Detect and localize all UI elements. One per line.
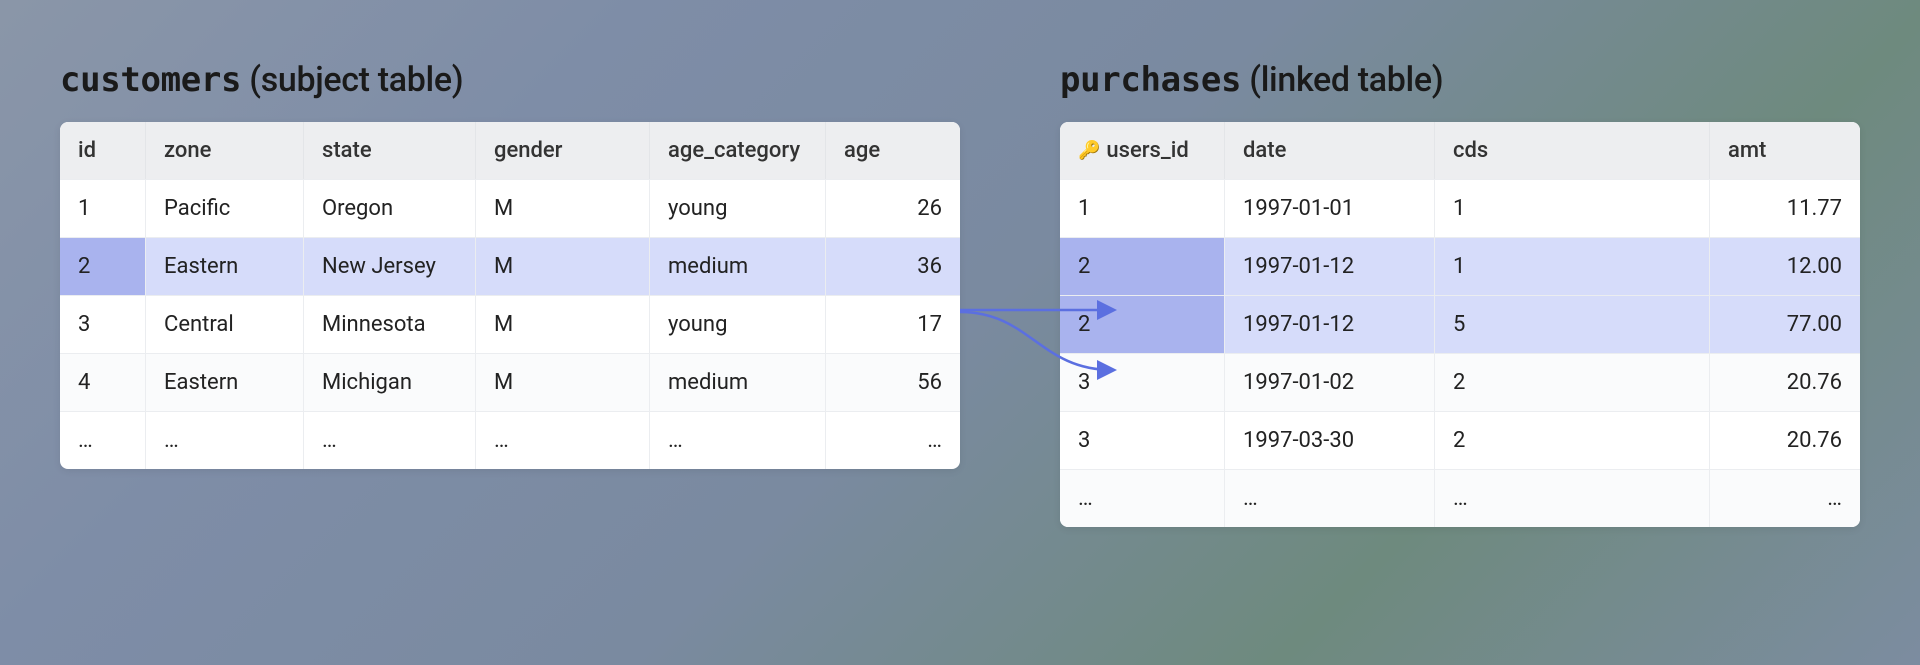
customers-table: id zone state gender age_category age 1P… (60, 122, 960, 469)
purchases-title-suffix: (linked table) (1241, 60, 1443, 100)
table-cell: New Jersey (304, 238, 476, 295)
col-users-id: 🔑 users_id (1060, 122, 1225, 179)
table-cell: 77.00 (1710, 296, 1860, 353)
purchases-title-name: purchases (1060, 60, 1241, 100)
table-cell: 2 (1060, 238, 1225, 295)
table-cell: 3 (60, 296, 146, 353)
table-cell: young (650, 180, 826, 237)
table-cell: 3 (1060, 354, 1225, 411)
table-cell: 4 (60, 354, 146, 411)
table-row: 21997-01-12112.00 (1060, 237, 1860, 295)
table-row: 4EasternMichiganMmedium56 (60, 353, 960, 411)
table-cell: Eastern (146, 238, 304, 295)
table-cell: … (146, 412, 304, 469)
table-row: 11997-01-01111.77 (1060, 179, 1860, 237)
table-cell: 1997-01-12 (1225, 296, 1435, 353)
purchases-panel: purchases (linked table) 🔑 users_id date… (1060, 60, 1860, 527)
table-row: 21997-01-12577.00 (1060, 295, 1860, 353)
table-cell: Michigan (304, 354, 476, 411)
table-cell: 2 (1060, 296, 1225, 353)
customers-thead: id zone state gender age_category age (60, 122, 960, 179)
table-row: 1PacificOregonMyoung26 (60, 179, 960, 237)
table-cell: 2 (60, 238, 146, 295)
table-cell: 1997-01-12 (1225, 238, 1435, 295)
table-cell: 1 (1435, 238, 1710, 295)
table-cell: 36 (826, 238, 960, 295)
table-cell: 26 (826, 180, 960, 237)
table-cell: … (650, 412, 826, 469)
table-cell: 20.76 (1710, 354, 1860, 411)
table-cell: … (826, 412, 960, 469)
table-row: 2EasternNew JerseyMmedium36 (60, 237, 960, 295)
table-cell: 1997-01-01 (1225, 180, 1435, 237)
col-zone: zone (146, 122, 304, 179)
customers-panel: customers (subject table) id zone state … (60, 60, 960, 469)
col-cds: cds (1435, 122, 1710, 179)
purchases-title: purchases (linked table) (1060, 60, 1860, 100)
purchases-tbody: 11997-01-01111.7721997-01-12112.0021997-… (1060, 179, 1860, 527)
table-cell: 1997-01-02 (1225, 354, 1435, 411)
table-cell: … (476, 412, 650, 469)
table-cell: … (304, 412, 476, 469)
table-cell: … (60, 412, 146, 469)
purchases-table: 🔑 users_id date cds amt 11997-01-01111.7… (1060, 122, 1860, 527)
table-cell: medium (650, 238, 826, 295)
table-cell: 1 (1435, 180, 1710, 237)
table-cell: M (476, 354, 650, 411)
table-cell: M (476, 238, 650, 295)
table-cell: 1997-03-30 (1225, 412, 1435, 469)
table-cell: Eastern (146, 354, 304, 411)
col-age: age (826, 122, 960, 179)
table-row: 3CentralMinnesotaMyoung17 (60, 295, 960, 353)
table-cell: young (650, 296, 826, 353)
col-id: id (60, 122, 146, 179)
col-amt: amt (1710, 122, 1860, 179)
table-cell: 5 (1435, 296, 1710, 353)
table-cell: … (1060, 470, 1225, 527)
table-cell: M (476, 180, 650, 237)
table-cell: Minnesota (304, 296, 476, 353)
table-cell: Pacific (146, 180, 304, 237)
col-gender: gender (476, 122, 650, 179)
table-cell: … (1710, 470, 1860, 527)
table-row: ……………… (60, 411, 960, 469)
table-cell: Oregon (304, 180, 476, 237)
table-row: ………… (1060, 469, 1860, 527)
customers-title: customers (subject table) (60, 60, 960, 100)
table-cell: 12.00 (1710, 238, 1860, 295)
col-date: date (1225, 122, 1435, 179)
customers-title-suffix: (subject table) (241, 60, 463, 100)
key-icon: 🔑 (1078, 140, 1100, 161)
table-cell: M (476, 296, 650, 353)
table-cell: 1 (60, 180, 146, 237)
table-cell: 2 (1435, 412, 1710, 469)
table-cell: … (1225, 470, 1435, 527)
table-cell: Central (146, 296, 304, 353)
table-cell: medium (650, 354, 826, 411)
table-cell: 17 (826, 296, 960, 353)
col-state: state (304, 122, 476, 179)
table-cell: 3 (1060, 412, 1225, 469)
col-users-id-label: users_id (1106, 138, 1188, 163)
purchases-thead: 🔑 users_id date cds amt (1060, 122, 1860, 179)
table-cell: 1 (1060, 180, 1225, 237)
customers-title-name: customers (60, 60, 241, 100)
table-row: 31997-01-02220.76 (1060, 353, 1860, 411)
col-age-category: age_category (650, 122, 826, 179)
customers-tbody: 1PacificOregonMyoung262EasternNew Jersey… (60, 179, 960, 469)
table-cell: … (1435, 470, 1710, 527)
table-cell: 2 (1435, 354, 1710, 411)
table-cell: 11.77 (1710, 180, 1860, 237)
table-row: 31997-03-30220.76 (1060, 411, 1860, 469)
table-cell: 20.76 (1710, 412, 1860, 469)
table-cell: 56 (826, 354, 960, 411)
